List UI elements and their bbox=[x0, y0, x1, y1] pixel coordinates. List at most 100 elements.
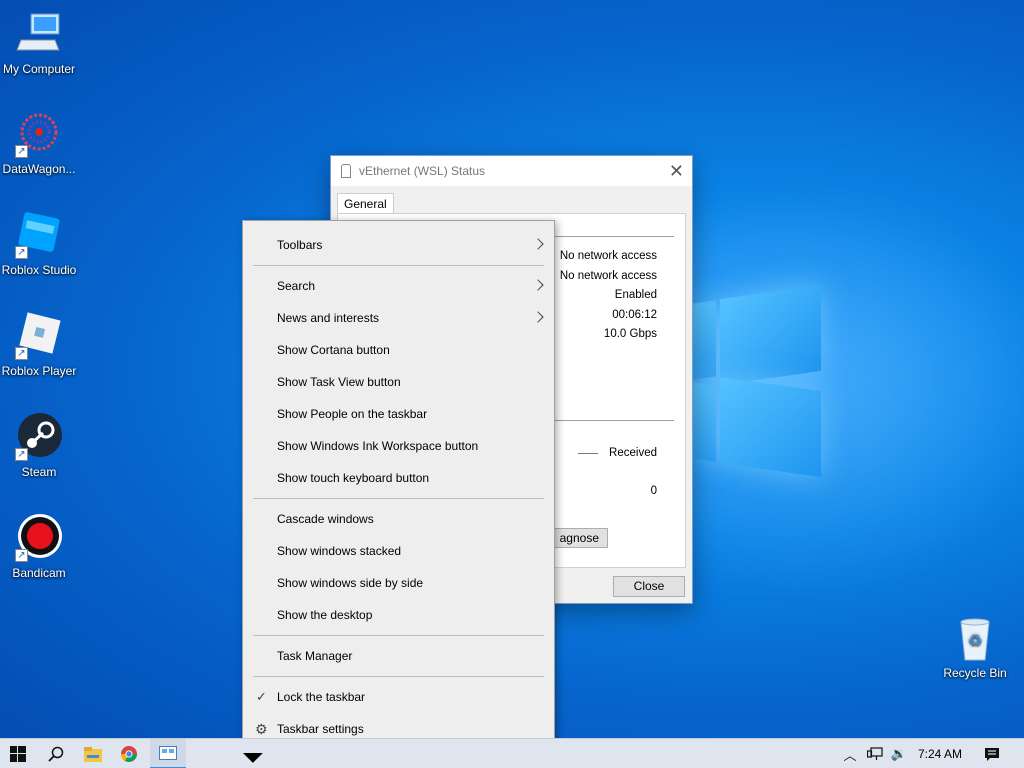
media-state-value: Enabled bbox=[614, 289, 657, 301]
computer-icon bbox=[15, 10, 63, 58]
chrome-icon bbox=[121, 746, 137, 762]
menu-item-label: Toolbars bbox=[277, 238, 323, 252]
action-center-button[interactable] bbox=[978, 739, 1006, 768]
start-button[interactable] bbox=[0, 739, 36, 768]
menu-item-show-touch-keyboard[interactable]: Show touch keyboard button bbox=[243, 462, 554, 494]
menu-item-label: Show Cortana button bbox=[277, 343, 390, 357]
desktop-icon-my-computer[interactable]: My Computer bbox=[0, 10, 78, 76]
network-status-icon bbox=[159, 746, 177, 760]
taskbar-context-menu: Toolbars Search News and interests Show … bbox=[242, 220, 555, 753]
notification-icon bbox=[985, 747, 999, 761]
menu-item-label: Show touch keyboard button bbox=[277, 471, 430, 485]
menu-item-task-manager[interactable]: Task Manager bbox=[243, 640, 554, 672]
steam-icon: ↗ bbox=[15, 413, 63, 461]
menu-item-label: Show People on the taskbar bbox=[277, 407, 428, 421]
divider bbox=[538, 420, 674, 421]
divider bbox=[538, 236, 674, 237]
desktop-icon-recycle-bin[interactable]: ♻ Recycle Bin bbox=[936, 614, 1014, 680]
shortcut-arrow-icon: ↗ bbox=[15, 347, 28, 360]
menu-item-show-windows-ink[interactable]: Show Windows Ink Workspace button bbox=[243, 430, 554, 462]
desktop-icon-label: Recycle Bin bbox=[943, 666, 1007, 680]
duration-value: 00:06:12 bbox=[612, 309, 657, 321]
menu-item-label: Cascade windows bbox=[277, 512, 374, 526]
menu-item-search[interactable]: Search bbox=[243, 270, 554, 302]
menu-item-label: News and interests bbox=[277, 311, 380, 325]
file-explorer-button[interactable] bbox=[78, 739, 108, 768]
search-button[interactable] bbox=[40, 739, 72, 768]
chevron-right-icon bbox=[532, 311, 544, 323]
ipv6-connectivity-value: No network access bbox=[559, 270, 657, 282]
volume-icon: 🔉 bbox=[890, 746, 908, 761]
close-button[interactable]: Close bbox=[613, 576, 685, 597]
received-label: Received bbox=[609, 447, 657, 459]
menu-item-toolbars[interactable]: Toolbars bbox=[243, 229, 554, 261]
menu-item-show-windows-stacked[interactable]: Show windows stacked bbox=[243, 535, 554, 567]
desktop-icon-label: DataWagon... bbox=[2, 162, 76, 176]
close-icon[interactable]: ✕ bbox=[669, 161, 684, 182]
menu-item-show-cortana-button[interactable]: Show Cortana button bbox=[243, 334, 554, 366]
menu-separator bbox=[253, 635, 544, 636]
shortcut-arrow-icon: ↗ bbox=[15, 549, 28, 562]
menu-separator bbox=[253, 265, 544, 266]
network-wired-icon bbox=[867, 747, 883, 760]
desktop-icon-bandicam[interactable]: ↗ Bandicam bbox=[0, 514, 78, 580]
menu-item-label: Show the desktop bbox=[277, 608, 373, 622]
shortcut-arrow-icon: ↗ bbox=[15, 145, 28, 158]
menu-item-label: Lock the taskbar bbox=[277, 690, 366, 704]
shortcut-arrow-icon: ↗ bbox=[15, 448, 28, 461]
menu-item-lock-the-taskbar[interactable]: ✓ Lock the taskbar bbox=[243, 681, 554, 713]
taskbar: ︿ 🔉 7:24 AM bbox=[0, 738, 1024, 768]
menu-item-show-windows-side-by-side[interactable]: Show windows side by side bbox=[243, 567, 554, 599]
datawagon-icon: ↗ bbox=[15, 110, 63, 158]
chevron-right-icon bbox=[532, 238, 544, 250]
menu-separator bbox=[253, 676, 544, 677]
menu-item-label: Show windows stacked bbox=[277, 544, 402, 558]
desktop-icon-label: Roblox Studio bbox=[1, 263, 77, 277]
menu-item-show-the-desktop[interactable]: Show the desktop bbox=[243, 599, 554, 631]
speed-value: 10.0 Gbps bbox=[603, 328, 657, 340]
menu-separator bbox=[253, 498, 544, 499]
menu-item-label: Taskbar settings bbox=[277, 722, 364, 736]
dialog-titlebar[interactable]: vEthernet (WSL) Status bbox=[331, 156, 692, 186]
desktop-icon-steam[interactable]: ↗ Steam bbox=[0, 413, 78, 479]
menu-item-label: Task Manager bbox=[277, 649, 353, 663]
activity-line bbox=[578, 453, 598, 454]
menu-item-cascade-windows[interactable]: Cascade windows bbox=[243, 503, 554, 535]
desktop-icon-label: My Computer bbox=[2, 62, 76, 76]
bandicam-icon: ↗ bbox=[15, 514, 63, 562]
file-explorer-icon bbox=[84, 746, 102, 762]
recycle-bin-icon: ♻ bbox=[951, 614, 999, 662]
received-value: 0 bbox=[650, 485, 657, 497]
shortcut-arrow-icon: ↗ bbox=[15, 246, 28, 259]
menu-item-label: Show windows side by side bbox=[277, 576, 424, 590]
network-status-taskbar-button[interactable] bbox=[150, 739, 186, 768]
desktop-icon-label: Steam bbox=[21, 465, 57, 479]
menu-item-news-and-interests[interactable]: News and interests bbox=[243, 302, 554, 334]
roblox-player-icon: ↗ bbox=[15, 312, 63, 360]
desktop-icon-roblox-player[interactable]: ↗ Roblox Player bbox=[0, 312, 78, 378]
desktop-icon-label: Roblox Player bbox=[1, 364, 77, 378]
clock-time[interactable]: 7:24 AM bbox=[918, 747, 962, 761]
menu-item-label: Show Windows Ink Workspace button bbox=[277, 439, 479, 453]
search-icon bbox=[48, 746, 64, 762]
menu-item-label: Search bbox=[277, 279, 316, 293]
ipv4-connectivity-value: No network access bbox=[559, 250, 657, 262]
chrome-button[interactable] bbox=[114, 739, 144, 768]
start-icon bbox=[10, 746, 26, 762]
network-tray-button[interactable] bbox=[864, 739, 886, 768]
desktop-icon-label: Bandicam bbox=[12, 566, 66, 580]
desktop-icon-datawagon[interactable]: ↗ DataWagon... bbox=[0, 110, 78, 176]
chevron-up-icon: ︿ bbox=[843, 747, 857, 763]
roblox-studio-icon: ↗ bbox=[15, 211, 63, 259]
tab-general[interactable]: General bbox=[337, 193, 394, 214]
show-hidden-icons-button[interactable]: ︿ bbox=[840, 739, 860, 768]
dialog-title: vEthernet (WSL) Status bbox=[359, 164, 486, 178]
menu-item-show-task-view-button[interactable]: Show Task View button bbox=[243, 366, 554, 398]
menu-item-label: Show Task View button bbox=[277, 375, 401, 389]
desktop-icon-roblox-studio[interactable]: ↗ Roblox Studio bbox=[0, 211, 78, 277]
volume-tray-button[interactable]: 🔉 bbox=[888, 739, 910, 768]
svg-text:♻: ♻ bbox=[968, 633, 982, 650]
network-adapter-icon bbox=[341, 164, 351, 178]
chevron-right-icon bbox=[532, 279, 544, 291]
menu-item-show-people[interactable]: Show People on the taskbar bbox=[243, 398, 554, 430]
